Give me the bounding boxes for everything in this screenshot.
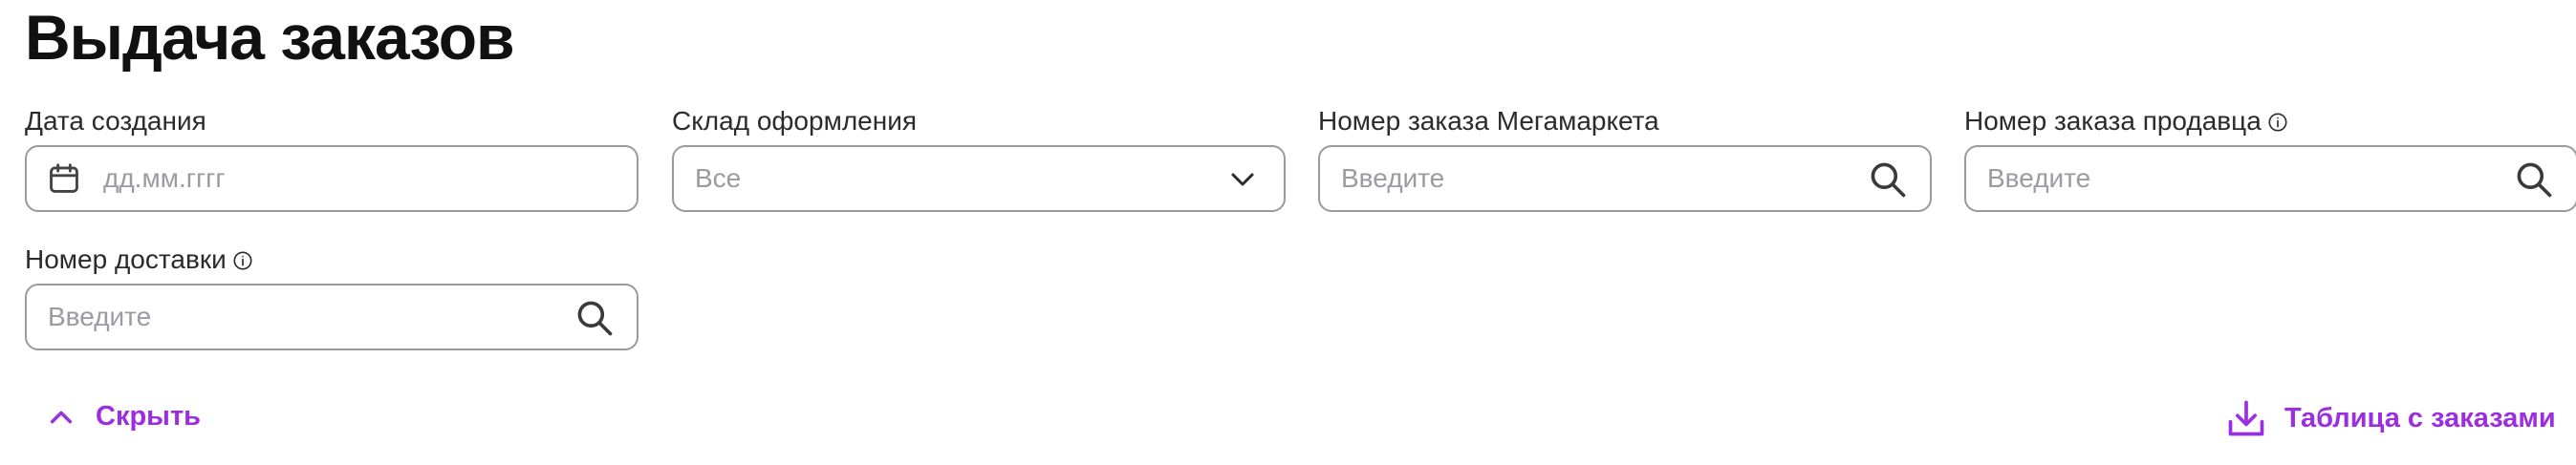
megamarket-order-label-text: Номер заказа Мегамаркета: [1318, 106, 1659, 136]
warehouse-selected-value: Все: [695, 163, 742, 193]
delivery-number-input[interactable]: [48, 285, 554, 349]
export-orders-button[interactable]: Таблица с заказами: [2225, 397, 2556, 439]
megamarket-order-field[interactable]: [1318, 145, 1932, 212]
warehouse-select[interactable]: Все: [672, 145, 1286, 212]
collapse-filters-label: Скрыть: [96, 401, 201, 432]
delivery-number-label-text: Номер доставки: [25, 244, 227, 274]
search-icon[interactable]: [2513, 159, 2555, 201]
creation-date-input[interactable]: [103, 147, 619, 210]
chevron-up-icon: [50, 411, 73, 423]
warehouse-label: Склад оформления: [672, 105, 917, 137]
info-icon[interactable]: [2267, 112, 2288, 133]
seller-order-label-text: Номер заказа продавца: [1964, 106, 2262, 136]
search-icon[interactable]: [1867, 159, 1909, 201]
info-icon[interactable]: [232, 250, 253, 271]
delivery-number-field[interactable]: [25, 284, 639, 350]
page-title: Выдача заказов: [25, 2, 515, 73]
megamarket-order-input[interactable]: [1341, 147, 1848, 210]
delivery-number-label: Номер доставки: [25, 243, 253, 276]
megamarket-order-label: Номер заказа Мегамаркета: [1318, 105, 1659, 137]
creation-date-label: Дата создания: [25, 105, 206, 137]
calendar-icon[interactable]: [46, 160, 82, 197]
export-orders-label: Таблица с заказами: [2284, 402, 2556, 433]
seller-order-label: Номер заказа продавца: [1964, 105, 2288, 137]
collapse-filters-button[interactable]: Скрыть: [44, 401, 201, 433]
creation-date-label-text: Дата создания: [25, 106, 206, 136]
seller-order-field[interactable]: [1964, 145, 2576, 212]
chevron-down-icon[interactable]: [1226, 165, 1259, 194]
search-icon[interactable]: [574, 297, 616, 339]
seller-order-input[interactable]: [1987, 147, 2494, 210]
creation-date-field[interactable]: [25, 145, 639, 212]
warehouse-label-text: Склад оформления: [672, 106, 917, 136]
download-icon: [2228, 400, 2264, 436]
